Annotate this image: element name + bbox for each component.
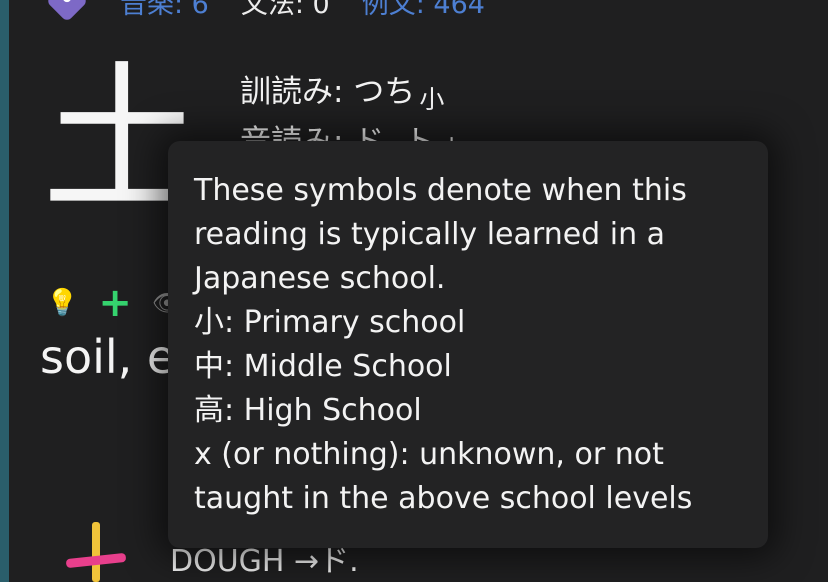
action-icons: 💡 + 👁 <box>46 283 182 323</box>
meaning-text: soil, e <box>40 330 176 384</box>
stat-reibun[interactable]: 例文: 464 <box>362 0 485 21</box>
tooltip-line: taught in the above school levels <box>194 481 693 516</box>
kun-reading-label: 訓読み: つち <box>240 74 416 110</box>
tag-icon[interactable] <box>45 0 89 23</box>
kun-reading-level[interactable]: 小 <box>419 85 444 114</box>
tooltip-line: reading is typically learned in a <box>194 217 666 252</box>
plus-icon[interactable]: + <box>98 283 132 323</box>
tooltip-line: 中: Middle School <box>194 349 452 384</box>
stat-ongaku[interactable]: 音楽: 6 <box>120 0 209 21</box>
tooltip-line: Japanese school. <box>194 261 446 296</box>
reading-level-tooltip: These symbols denote when this reading i… <box>168 141 768 548</box>
radical-stroke-diagram <box>64 522 134 582</box>
stat-bunpo[interactable]: 文法: 0 <box>241 0 330 21</box>
tooltip-line: These symbols denote when this <box>194 173 687 208</box>
radical-vertical-stroke <box>92 522 100 582</box>
tooltip-line: 小: Primary school <box>194 305 466 340</box>
tooltip-line: x (or nothing): unknown, or not <box>194 437 664 472</box>
left-edge-bar <box>0 0 9 582</box>
tooltip-line: 高: High School <box>194 393 422 428</box>
lightbulb-icon[interactable]: 💡 <box>46 288 78 318</box>
kun-reading: 訓読み: つち小 <box>240 66 444 116</box>
stats-row: 音楽: 6 文法: 0 例文: 464 <box>45 0 517 23</box>
